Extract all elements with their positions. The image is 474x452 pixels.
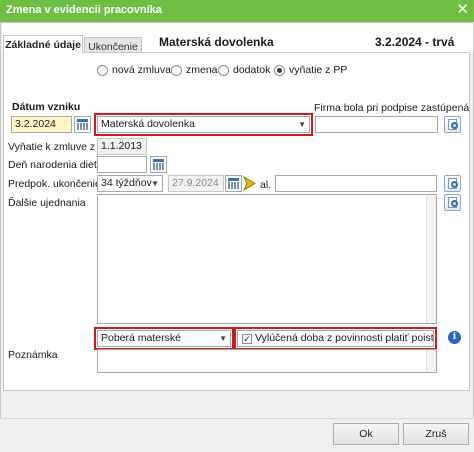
close-icon[interactable]: ✕ [456,1,469,19]
radio-circle[interactable] [171,64,182,76]
dalsie-ujednania-textarea[interactable] [97,194,437,324]
vylucena-doba-label: Vylúčená doba z povinnosti platiť poistn… [255,332,434,344]
poznamka-label: Poznámka [8,349,58,361]
radio-circle[interactable] [218,64,229,76]
radio-dodatok[interactable]: dodatok [218,63,270,77]
poberal-select[interactable]: Poberá materské ▼ [94,327,234,350]
tab-label: Základné údaje [5,39,81,51]
cancel-button[interactable]: Zruš [403,423,469,445]
chevron-down-icon: ▼ [219,334,227,343]
calendar-icon[interactable] [225,175,242,192]
vynatie-label: Vyňatie k zmluve z [8,141,96,153]
vynatie-input[interactable]: 1.1.2013 [97,138,147,155]
radio-label: nová zmluva [112,64,171,76]
firma-label: Firma bola pri podpise zastúpená [314,102,470,114]
vylucena-doba-checkbox[interactable]: ✓ Vylúčená doba z povinnosti platiť pois… [234,327,437,350]
typ-zmeny-select[interactable]: Materská dovolenka ▼ [94,113,313,136]
chevron-down-icon: ▼ [298,120,306,129]
search-document-icon[interactable] [444,175,461,192]
calendar-icon[interactable] [150,156,167,173]
dalsie-ujednania-label: Ďalšie ujednania [8,197,86,209]
predpok-date-input[interactable]: 27.9.2024 [168,175,224,192]
scrollbar[interactable] [426,195,436,323]
magnifier-shape [451,200,458,207]
predpok-weeks-select[interactable]: 34 týždňov ▼ [97,175,163,192]
ok-button[interactable]: Ok [333,423,399,445]
radio-circle[interactable] [274,64,285,76]
datum-vzniku-label: Dátum vzniku [12,101,81,113]
firma-input[interactable] [315,116,438,133]
scrollbar[interactable] [426,350,436,372]
header-period: 3.2.2024 - trvá [375,35,455,49]
calendar-icon[interactable] [74,116,91,133]
al-label: al. [260,179,272,191]
radio-vynatie-z-pp[interactable]: vyňatie z PP [274,63,347,77]
radio-label: zmena [186,64,218,76]
den-narodenia-input[interactable] [97,156,147,173]
tab-zakladne-udaje[interactable]: Základné údaje [3,35,83,53]
info-icon[interactable]: i [448,331,461,344]
dialog-footer: Ok Zruš [0,418,474,452]
poberal-value: Poberá materské [101,332,181,344]
window-title: Zmena v evidencii pracovníka [6,4,162,16]
search-document-icon[interactable] [444,194,461,211]
magnifier-shape [451,122,458,129]
typ-zmeny-value: Materská dovolenka [101,118,195,130]
radio-zmena[interactable]: zmena [171,63,218,77]
predpok-weeks-value: 34 týždňov [101,177,152,189]
radio-label: vyňatie z PP [289,64,348,76]
window-titlebar[interactable]: Zmena v evidencii pracovníka ✕ [0,0,474,22]
tab-ukoncenie[interactable]: Ukončenie [84,37,142,53]
radio-nova-zmluva[interactable]: nová zmluva [97,63,171,77]
poznamka-textarea[interactable] [97,349,437,373]
datum-vzniku-input[interactable]: 3.2.2024 [11,116,72,133]
radio-label: dodatok [233,64,271,76]
chevron-down-icon: ▼ [151,179,159,188]
al-input[interactable] [275,175,437,192]
checkbox-box[interactable]: ✓ [242,334,252,344]
magnifier-shape [451,181,458,188]
radio-circle[interactable] [97,64,108,76]
arrow-icon[interactable] [241,175,258,192]
predpok-ukoncenie-label: Predpok. ukončenie [8,178,101,190]
search-document-icon[interactable] [444,116,461,133]
header-title: Materská dovolenka [159,35,274,49]
